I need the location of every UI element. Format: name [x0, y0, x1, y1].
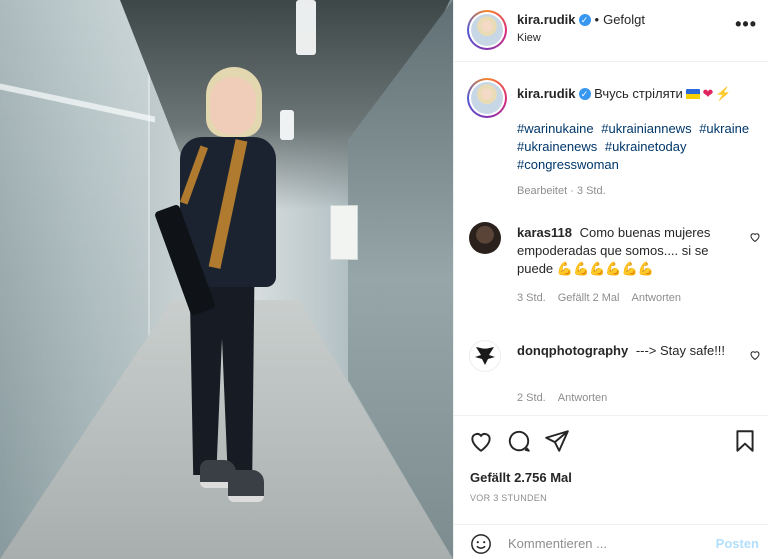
comment-body: ---> Stay safe!!! [635, 343, 726, 358]
heart-icon[interactable] [749, 348, 761, 366]
comment-likes[interactable]: Gefällt 2 Mal [558, 292, 620, 304]
commenter-username[interactable]: donqphotography [517, 343, 632, 358]
comment-time: 2 Std. [517, 392, 546, 404]
hashtag-link[interactable]: #warinukaine [517, 121, 594, 136]
person-with-rifle [150, 65, 290, 525]
add-comment-bar: Kommentieren ... Posten [454, 524, 768, 559]
post-photo[interactable] [0, 0, 453, 559]
ceiling-light [296, 0, 316, 55]
comment-meta: 3 Std. Gefällt 2 Mal Antworten [517, 292, 693, 304]
hashtag-link[interactable]: #ukrainenews [517, 139, 597, 154]
reply-button[interactable]: Antworten [558, 392, 608, 404]
follow-status-button[interactable]: Gefolgt [603, 12, 645, 27]
ukraine-flag-icon [686, 89, 701, 99]
comment-meta: 2 Std. Antworten [517, 392, 619, 404]
reply-button[interactable]: Antworten [632, 292, 682, 304]
hashtag-link[interactable]: #congresswoman [517, 157, 619, 172]
corridor-door [330, 205, 358, 260]
caption-body: kira.rudik ✓ Вчусь стріляти ❤ ⚡ [517, 85, 757, 103]
separator-dot: • [594, 12, 600, 27]
edited-timestamp: Bearbeitet · 3 Std. [517, 185, 606, 197]
emoji-smiley-icon[interactable] [470, 533, 492, 559]
like-heart-icon[interactable] [468, 428, 494, 459]
comment-text: karas118 Como buenas mujeres empoderadas… [517, 224, 742, 278]
flexed-biceps-emoji: 💪💪💪💪💪💪 [556, 261, 654, 276]
more-options-icon[interactable]: ••• [735, 14, 757, 35]
post-timestamp: VOR 3 STUNDEN [470, 493, 547, 503]
commenter-avatar[interactable] [469, 340, 501, 372]
verified-badge-icon: ✓ [578, 88, 591, 100]
person-face [210, 77, 256, 135]
caption-text: Вчусь стріляти [594, 86, 683, 101]
post-header: kira.rudik ✓ • Gefolgt Kiew ••• [454, 0, 768, 62]
hashtag-link[interactable]: #ukrainetoday [605, 139, 687, 154]
likes-count[interactable]: Gefällt 2.756 Mal [470, 470, 572, 485]
comment-text: donqphotography ---> Stay safe!!! [517, 342, 742, 360]
author-avatar[interactable] [467, 10, 507, 50]
commenter-username[interactable]: karas118 [517, 225, 576, 240]
author-line: kira.rudik ✓ • Gefolgt [517, 12, 645, 27]
comment-time: 3 Std. [517, 292, 546, 304]
hashtag-link[interactable]: #ukrainiannews [601, 121, 691, 136]
post-comment-button[interactable]: Posten [716, 536, 759, 551]
commenter-avatar[interactable] [469, 222, 501, 254]
post-location[interactable]: Kiew [517, 32, 541, 44]
red-heart-icon: ❤ [702, 86, 714, 101]
post-sidebar: kira.rudik ✓ • Gefolgt Kiew ••• kira.rudik ✓… [453, 0, 768, 559]
comment-bubble-icon[interactable] [506, 428, 532, 459]
sneaker [228, 470, 264, 502]
comment-input[interactable]: Kommentieren ... [508, 536, 607, 551]
verified-badge-icon: ✓ [578, 14, 591, 26]
action-icons [468, 428, 758, 456]
save-bookmark-icon[interactable] [732, 428, 758, 459]
hashtag-list: #warinukaine #ukrainiannews #ukraine #uk… [517, 120, 762, 174]
lightning-icon: ⚡ [715, 86, 732, 101]
share-paper-plane-icon[interactable] [544, 428, 570, 459]
author-username[interactable]: kira.rudik [517, 12, 576, 27]
caption-avatar[interactable] [467, 78, 507, 118]
caption-username[interactable]: kira.rudik [517, 86, 576, 101]
heart-icon[interactable] [749, 230, 761, 248]
hashtag-link[interactable]: #ukraine [699, 121, 749, 136]
